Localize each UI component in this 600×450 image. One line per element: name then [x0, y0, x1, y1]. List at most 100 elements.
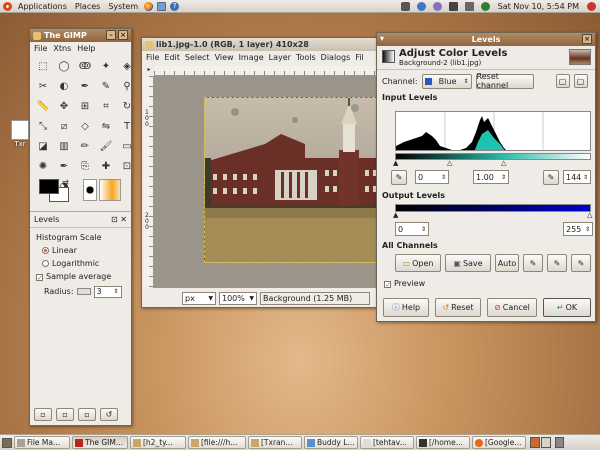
- ok-button[interactable]: ↵ OK: [543, 298, 591, 317]
- reset-channel-button[interactable]: Reset channel: [475, 72, 534, 90]
- trash-icon[interactable]: [555, 437, 564, 448]
- mail-launcher-icon[interactable]: [157, 1, 167, 11]
- shear-tool-icon[interactable]: ⧄: [55, 118, 73, 135]
- taskbar-item[interactable]: [h2_ty...: [130, 436, 186, 449]
- bucket-fill-tool-icon[interactable]: ◪: [34, 138, 52, 155]
- text-tool-icon[interactable]: T: [118, 118, 136, 135]
- spin-arrows-icon[interactable]: ⇕: [441, 174, 446, 181]
- rect-select-tool-icon[interactable]: ⬚: [34, 58, 52, 75]
- output-low-handle[interactable]: ▲: [393, 211, 398, 219]
- network-icon[interactable]: [400, 2, 410, 11]
- auto-button[interactable]: Auto: [495, 254, 519, 272]
- show-desktop-icon[interactable]: [2, 437, 12, 448]
- foreground-color-swatch[interactable]: [39, 179, 59, 194]
- sample-average-checkbox[interactable]: ✓: [36, 274, 43, 282]
- by-color-select-tool-icon[interactable]: ◈: [118, 58, 136, 75]
- xtns-menu[interactable]: Xtns: [53, 44, 71, 53]
- blend-tool-icon[interactable]: ▥: [55, 138, 73, 155]
- levels-titlebar[interactable]: ▾ Levels ×: [377, 33, 595, 46]
- select-menu[interactable]: Select: [185, 53, 210, 62]
- airbrush-tool-icon[interactable]: ✺: [34, 158, 52, 175]
- power-icon[interactable]: [480, 2, 490, 11]
- ubuntu-logo-icon[interactable]: [3, 1, 12, 11]
- help-launcher-icon[interactable]: ?: [170, 1, 180, 11]
- volume-icon[interactable]: [464, 2, 474, 11]
- restore-options-button[interactable]: ▫: [56, 408, 74, 421]
- foreground-select-tool-icon[interactable]: ◐: [55, 78, 73, 95]
- window-menu-icon[interactable]: ▾: [380, 34, 384, 43]
- output-high-handle[interactable]: △: [587, 211, 592, 219]
- taskbar-item[interactable]: File Ma...: [14, 436, 70, 449]
- linear-option[interactable]: Linear: [36, 244, 125, 257]
- dialogs-menu[interactable]: Dialogs: [321, 53, 351, 62]
- gray-picker-button[interactable]: ✎: [547, 254, 567, 272]
- save-options-button[interactable]: ▫: [34, 408, 52, 421]
- horizontal-ruler[interactable]: [154, 66, 380, 76]
- free-select-tool-icon[interactable]: ↂ: [76, 58, 94, 75]
- save-button[interactable]: ▣ Save: [445, 254, 491, 272]
- heal-tool-icon[interactable]: ✚: [97, 158, 115, 175]
- rotate-tool-icon[interactable]: ↻: [118, 98, 136, 115]
- logarithmic-radio-icon[interactable]: [42, 260, 49, 267]
- paths-tool-icon[interactable]: ✒: [76, 78, 94, 95]
- preview-option[interactable]: ✓ Preview: [384, 279, 425, 289]
- histogram[interactable]: [395, 111, 591, 151]
- input-low-spin[interactable]: 0 ⇕: [415, 170, 449, 184]
- system-menu[interactable]: System: [104, 2, 142, 11]
- align-tool-icon[interactable]: ⊞: [76, 98, 94, 115]
- brush-preview[interactable]: [83, 179, 97, 201]
- view-menu[interactable]: View: [215, 53, 234, 62]
- taskbar-item[interactable]: The GIM...: [72, 436, 128, 449]
- close-button[interactable]: ×: [118, 30, 128, 40]
- open-button[interactable]: ▭ Open: [395, 254, 441, 272]
- ruler-corner-arrow-icon[interactable]: ▸: [144, 66, 154, 76]
- image-titlebar[interactable]: lib1.jpg-1.0 (RGB, 1 layer) 410x28: [142, 38, 380, 51]
- preview-checkbox[interactable]: ✓: [384, 281, 391, 289]
- taskbar-item[interactable]: [/home...: [416, 436, 470, 449]
- reset-button[interactable]: ↺ Reset: [435, 298, 481, 317]
- color-picker-tool-icon[interactable]: ✎: [97, 78, 115, 95]
- white-point-picker[interactable]: ✎: [543, 170, 559, 185]
- taskbar-item[interactable]: [tehtav...: [360, 436, 414, 449]
- delete-options-button[interactable]: ▫: [78, 408, 96, 421]
- output-gradient-bar[interactable]: [395, 204, 591, 212]
- spin-arrows-icon[interactable]: ⇕: [585, 226, 590, 233]
- perspective-clone-tool-icon[interactable]: ⊡: [118, 158, 136, 175]
- measure-tool-icon[interactable]: 📏: [34, 98, 52, 115]
- input-low-handle[interactable]: ▲: [393, 159, 398, 167]
- minimize-button[interactable]: –: [106, 30, 116, 40]
- spin-arrows-icon[interactable]: ⇕: [501, 174, 506, 181]
- zoom-tool-icon[interactable]: ⚲: [118, 78, 136, 95]
- move-tool-icon[interactable]: ✥: [55, 98, 73, 115]
- white-picker-button[interactable]: ✎: [571, 254, 591, 272]
- radius-slider[interactable]: [76, 288, 91, 295]
- applications-menu[interactable]: Applications: [14, 2, 71, 11]
- input-gamma-spin[interactable]: 1.00 ⇕: [473, 170, 509, 184]
- gradient-preview[interactable]: [99, 179, 121, 201]
- close-button[interactable]: ×: [582, 34, 592, 44]
- output-high-spin[interactable]: 255 ⇕: [563, 222, 593, 236]
- edit-menu[interactable]: Edit: [164, 53, 180, 62]
- vertical-ruler[interactable]: 100 200: [144, 76, 154, 288]
- filters-menu[interactable]: Fil: [355, 53, 363, 62]
- input-gradient-bar[interactable]: [395, 153, 591, 160]
- ellipse-select-tool-icon[interactable]: ◯: [55, 58, 73, 75]
- linear-histogram-button[interactable]: ▢: [555, 74, 570, 88]
- unit-selector[interactable]: px ▼: [182, 292, 216, 305]
- tools-menu[interactable]: Tools: [296, 53, 316, 62]
- channel-selector[interactable]: Blue ⇕: [421, 73, 472, 89]
- help-button[interactable]: ⓘ Help: [383, 298, 429, 317]
- workspace-1[interactable]: [530, 437, 540, 448]
- sample-average-option[interactable]: ✓ Sample average: [36, 270, 125, 283]
- eraser-tool-icon[interactable]: ▭: [118, 138, 136, 155]
- help-menu[interactable]: Help: [77, 44, 95, 53]
- crop-tool-icon[interactable]: ⌗: [97, 98, 115, 115]
- taskbar-item[interactable]: [Google...: [472, 436, 526, 449]
- shutdown-icon[interactable]: [587, 2, 596, 11]
- taskbar-item[interactable]: [Txran...: [248, 436, 302, 449]
- clipboard-icon[interactable]: [432, 2, 442, 11]
- reset-options-button[interactable]: ↺: [100, 408, 118, 421]
- spin-arrows-icon[interactable]: ⇕: [583, 174, 588, 181]
- input-high-handle[interactable]: △: [501, 159, 506, 167]
- flip-tool-icon[interactable]: ⇋: [97, 118, 115, 135]
